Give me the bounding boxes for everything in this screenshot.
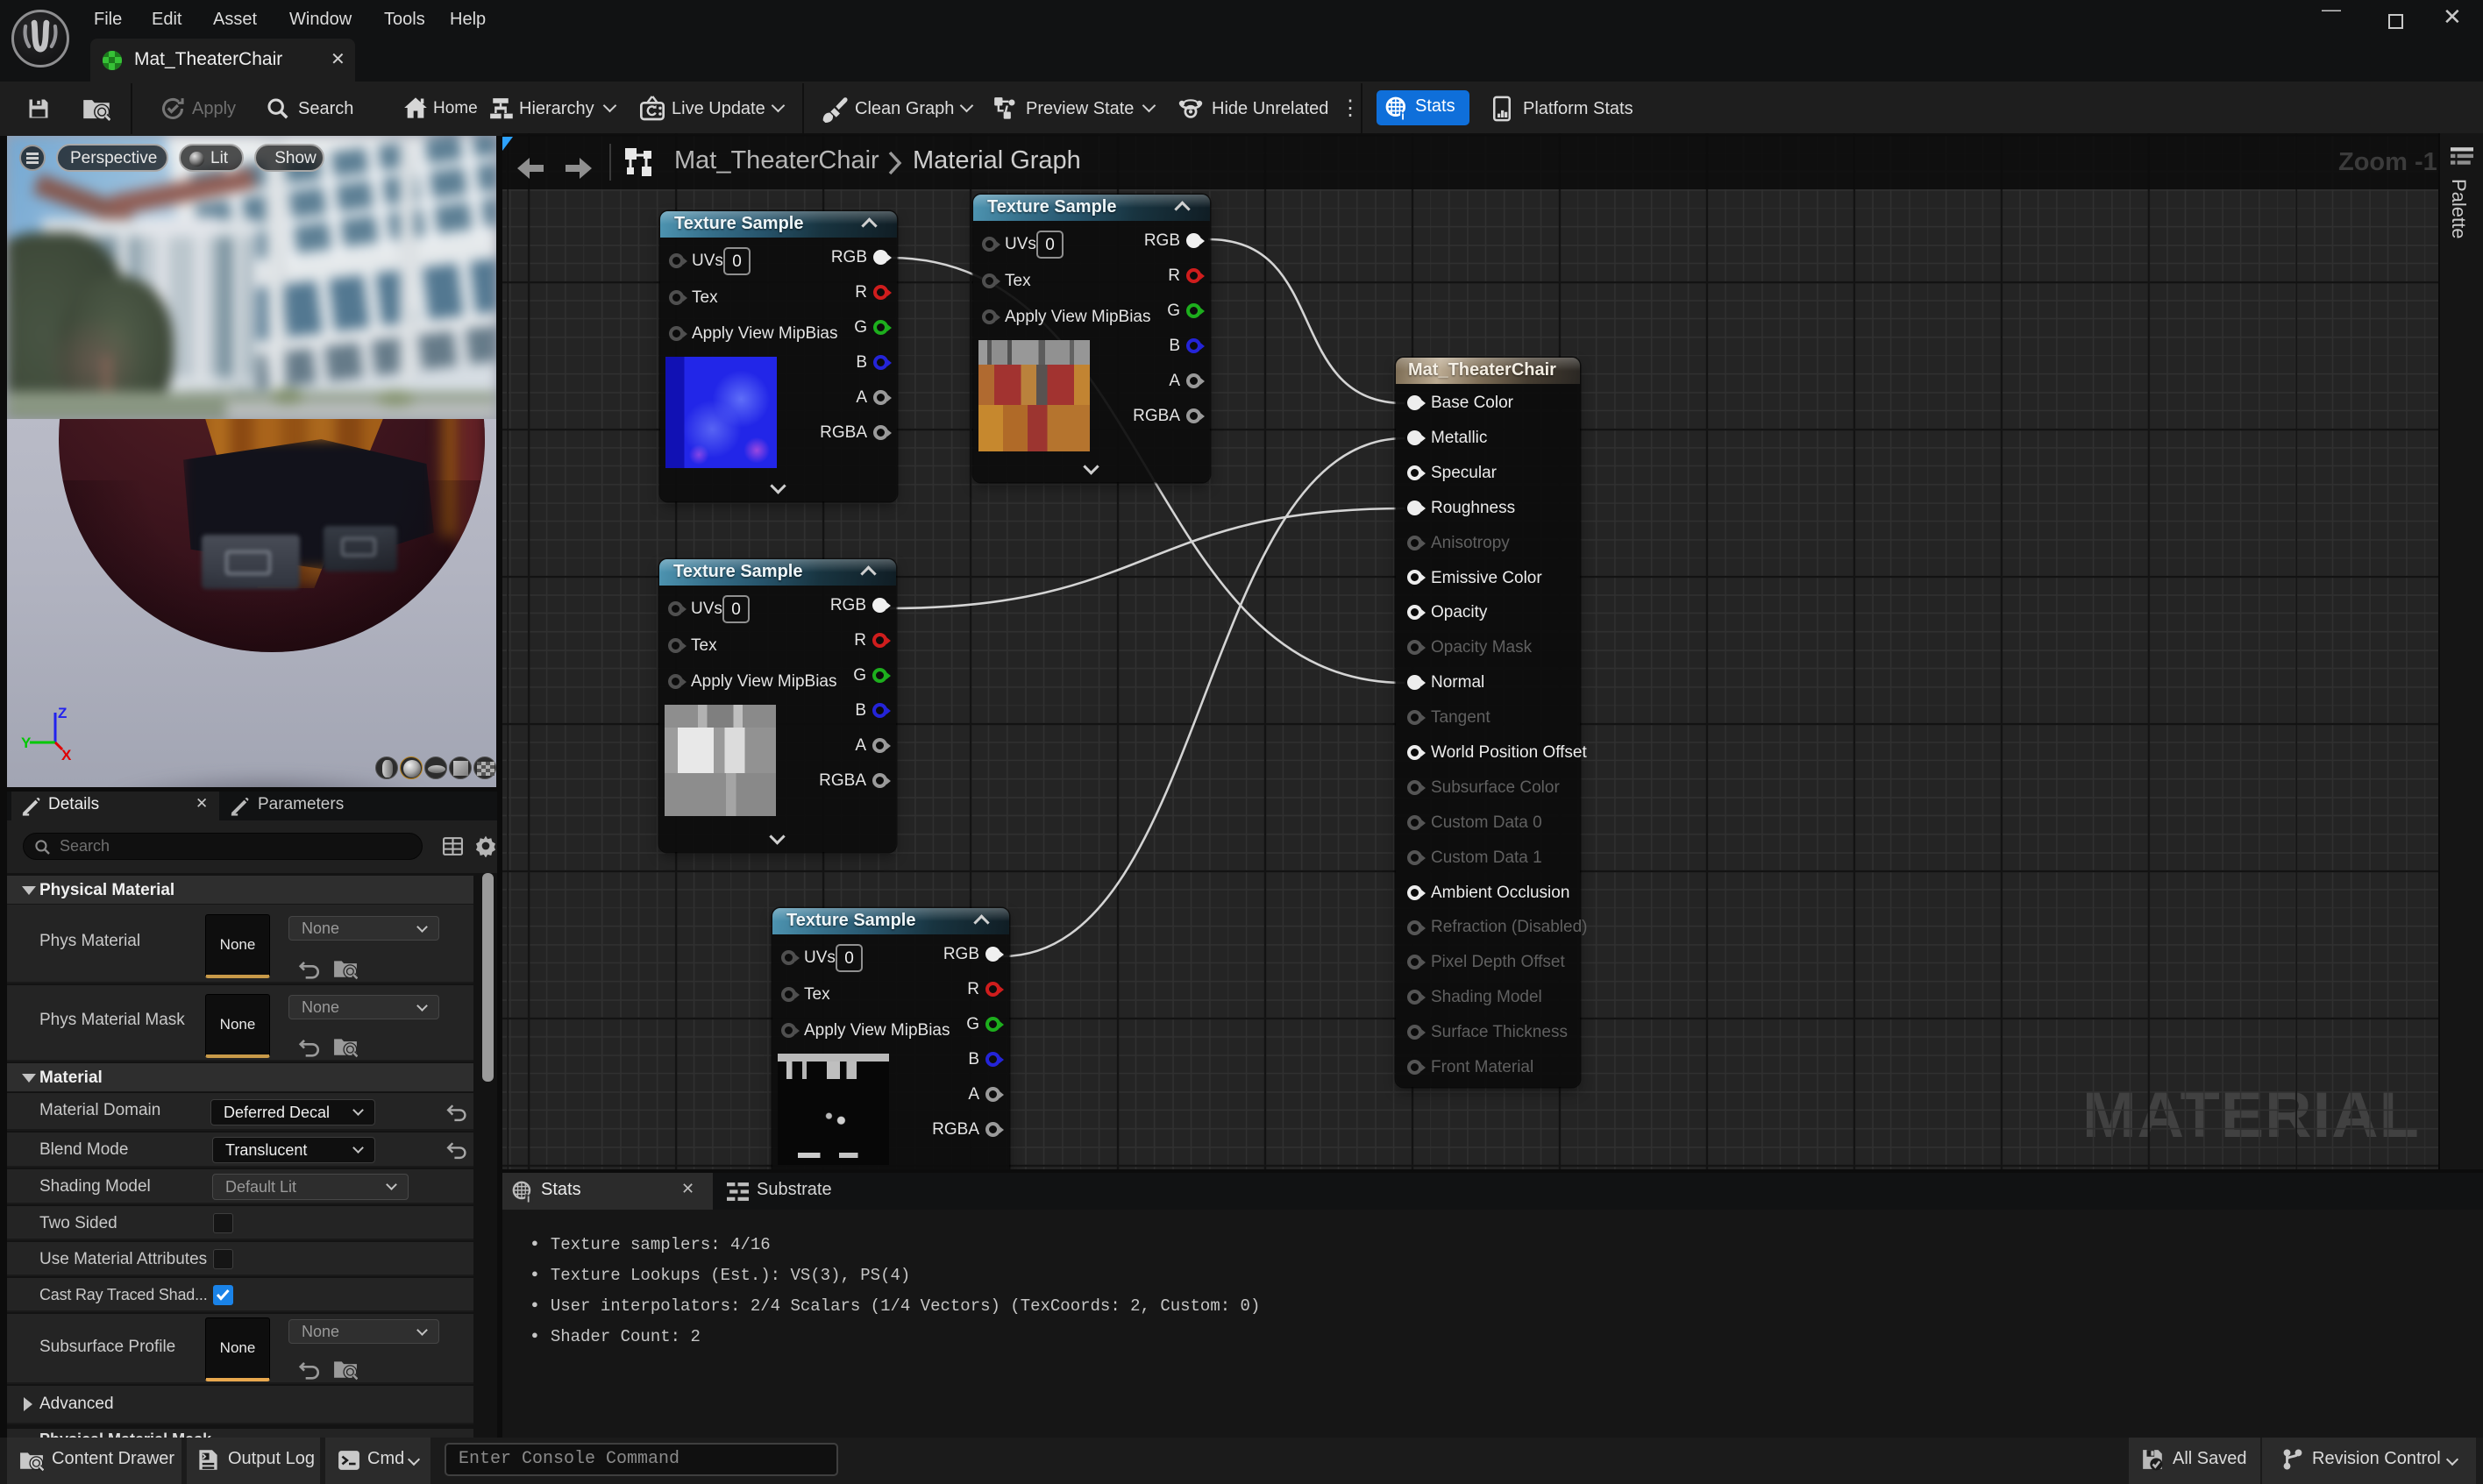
svg-text:i: i [527, 1191, 530, 1203]
svg-text:X: X [61, 747, 72, 762]
svg-text:i: i [1401, 109, 1405, 120]
svg-text:Y: Y [21, 735, 32, 751]
svg-text:Z: Z [58, 706, 67, 721]
